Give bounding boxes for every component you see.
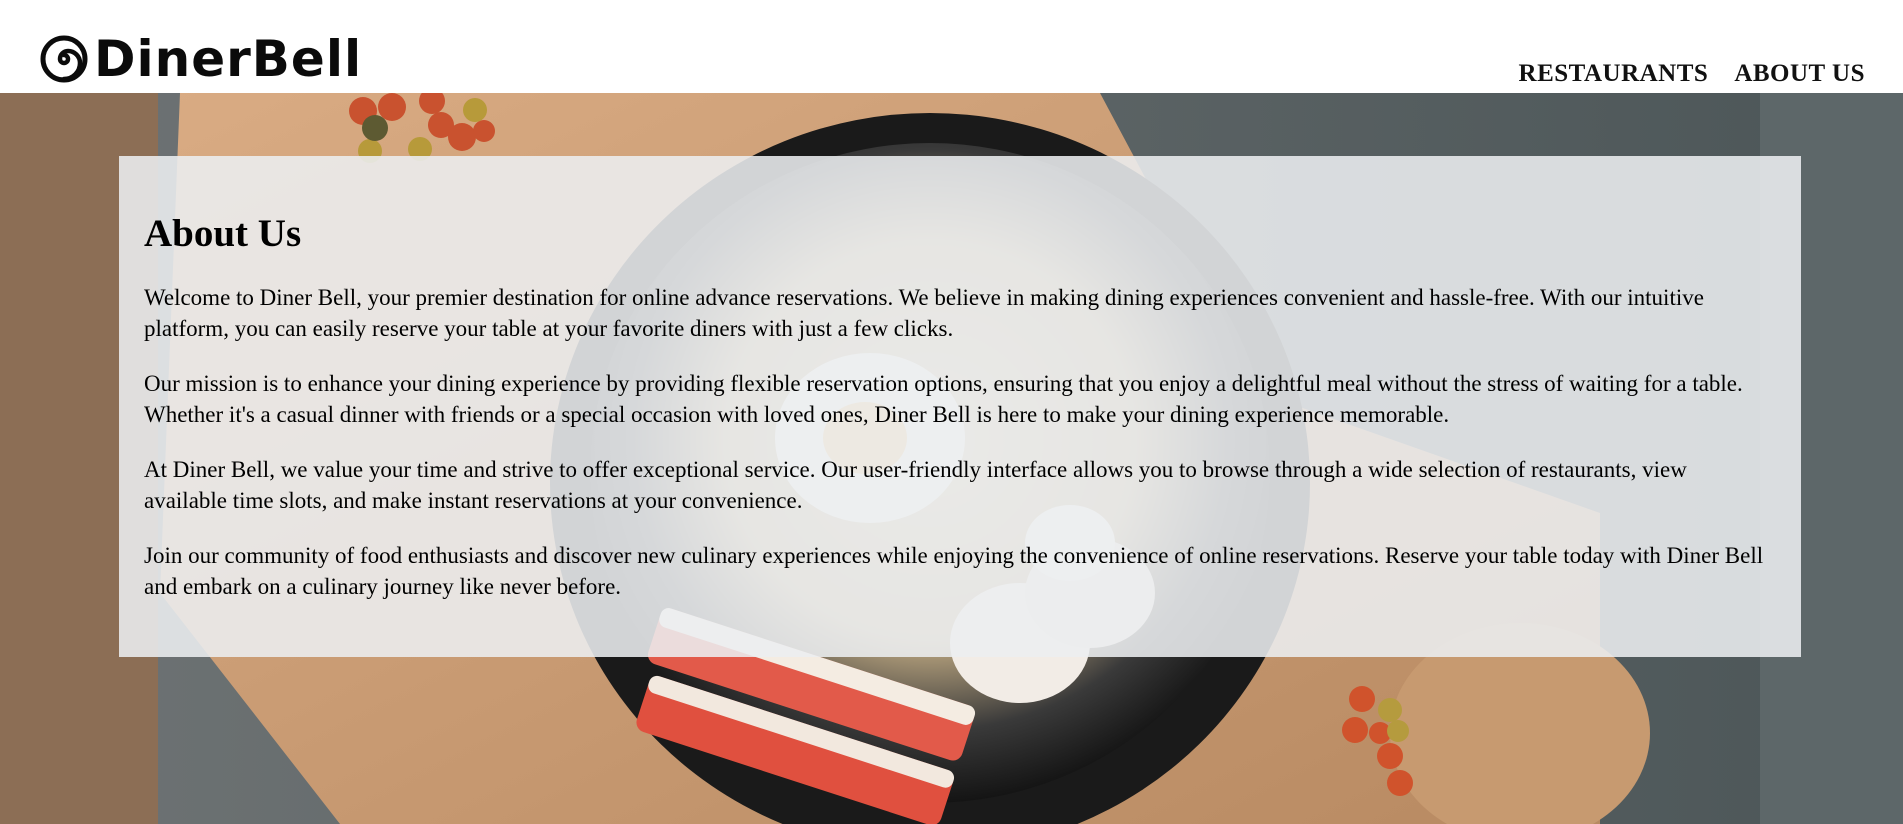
nav-link-restaurants[interactable]: RESTAURANTS [1519,60,1709,88]
about-paragraph-3: At Diner Bell, we value your time and st… [144,457,1687,513]
brand-name: DinerBell [94,30,363,88]
nav-link-about-us[interactable]: ABOUT US [1734,60,1865,88]
brand-logo[interactable]: DinerBell [40,32,362,86]
site-header: DinerBell RESTAURANTS ABOUT US [0,0,1903,93]
about-paragraph-1: Welcome to Diner Bell, your premier dest… [144,285,1704,341]
spiral-logo-icon [40,35,88,83]
about-paragraph-4: Join our community of food enthusiasts a… [144,543,1764,599]
main-nav: RESTAURANTS ABOUT US [1519,60,1865,88]
page-title: About Us [144,212,302,255]
about-paragraph-2: Our mission is to enhance your dining ex… [144,371,1743,427]
about-us-card: About Us Welcome to Diner Bell, your pre… [119,156,1801,657]
